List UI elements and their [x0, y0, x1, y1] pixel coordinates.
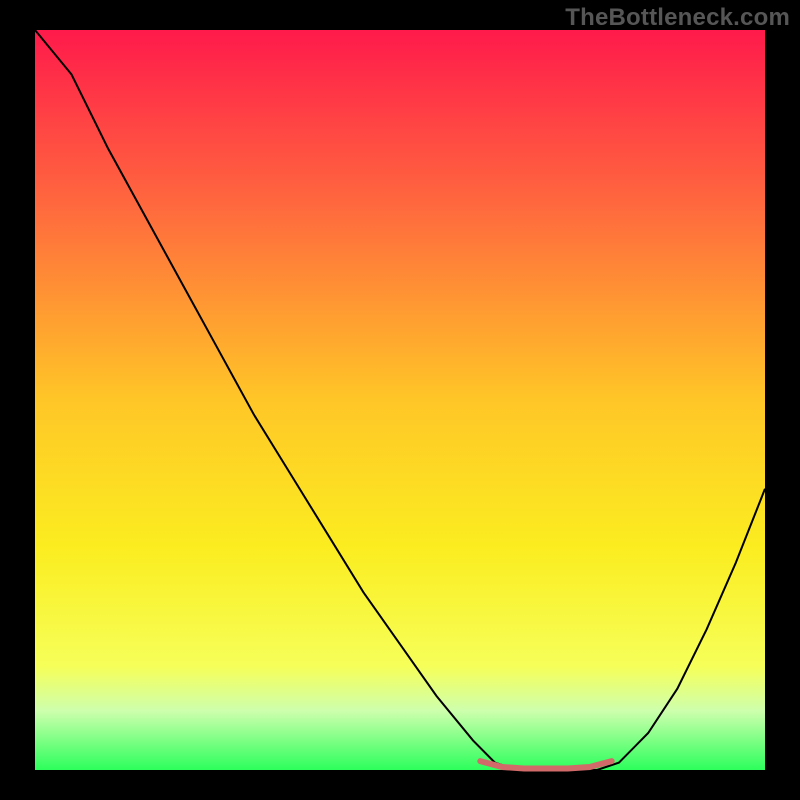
bottleneck-chart — [0, 0, 800, 800]
watermark-text: TheBottleneck.com — [565, 4, 790, 32]
chart-frame: { "watermark": "TheBottleneck.com", "cha… — [0, 0, 800, 800]
gradient-plot-area — [35, 30, 765, 770]
